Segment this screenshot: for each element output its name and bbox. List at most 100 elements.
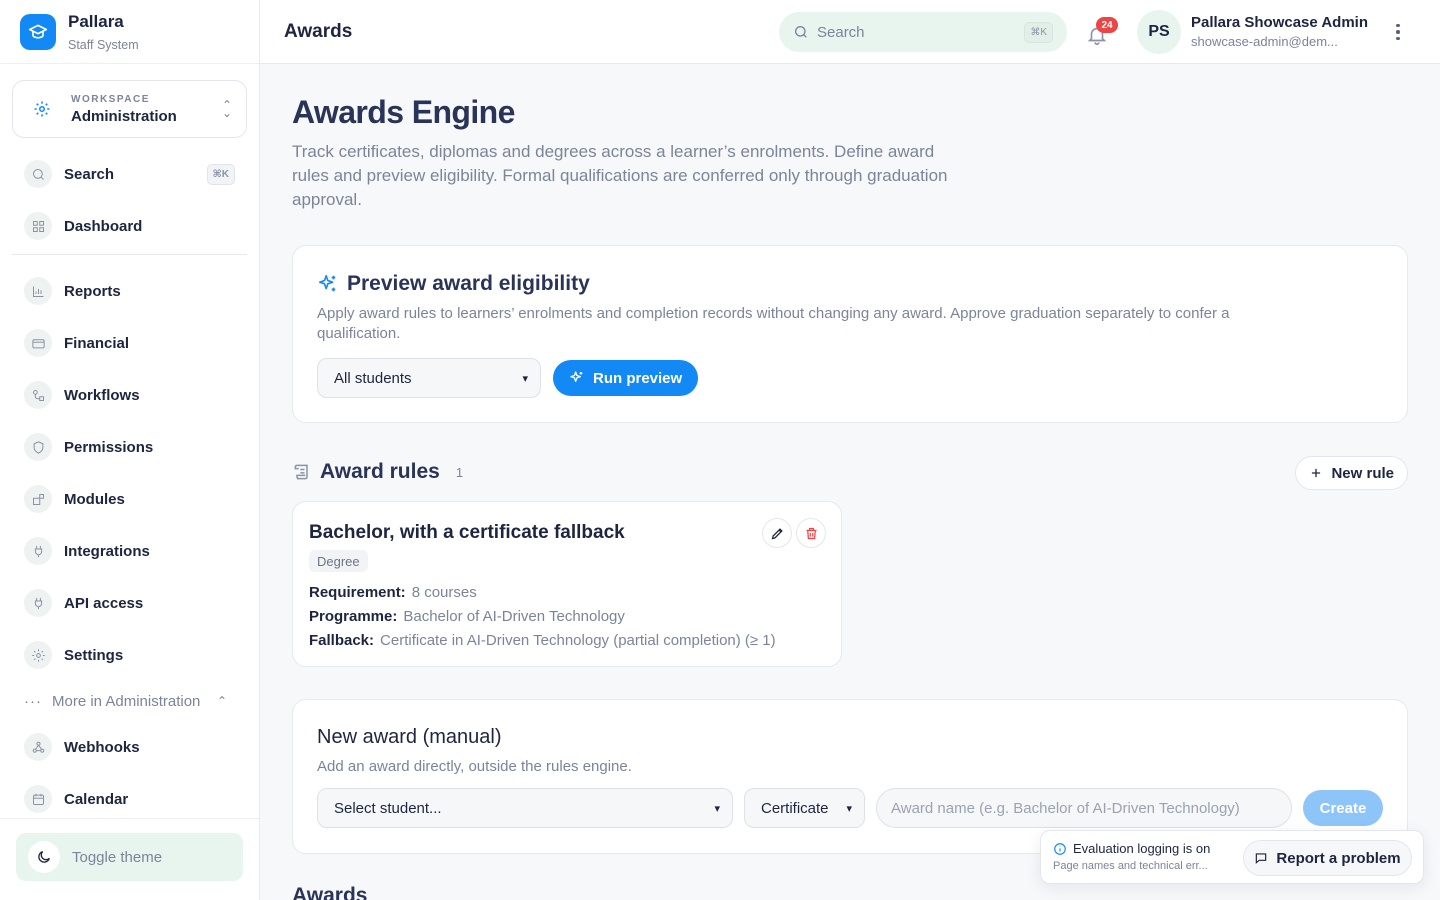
sidebar-item-reports[interactable]: Reports — [12, 265, 247, 317]
toggle-theme-label: Toggle theme — [72, 848, 163, 866]
moon-icon — [28, 841, 60, 873]
sidebar-item-label: Reports — [64, 282, 121, 300]
sidebar-item-label: Financial — [64, 334, 130, 352]
sidebar-item-dashboard[interactable]: Dashboard — [12, 200, 247, 252]
message-icon — [1256, 853, 1267, 864]
run-preview-label: Run preview — [593, 369, 683, 387]
sidebar-item-financial[interactable]: Financial — [12, 317, 247, 369]
award-rules-header: Award rules 1 New rule — [292, 456, 1408, 490]
sidebar-item-settings[interactable]: Settings — [12, 629, 247, 681]
chevron-down-icon: ▾ — [522, 372, 528, 385]
delete-rule-button[interactable] — [796, 518, 826, 548]
sidebar-footer: Toggle theme — [0, 818, 259, 900]
page-description: Track certificates, diplomas and degrees… — [292, 142, 948, 209]
brand-subtitle: Staff System — [68, 37, 139, 52]
sidebar-item-search[interactable]: Search ⌘K — [12, 148, 247, 200]
edit-rule-button[interactable] — [762, 518, 792, 548]
sidebar-item-webhooks[interactable]: Webhooks — [12, 721, 247, 773]
plug-icon — [24, 537, 52, 565]
calendar-icon — [24, 785, 52, 813]
ellipsis-icon: ··· — [24, 692, 42, 710]
toast-subtitle: Page names and technical err... — [1053, 860, 1208, 872]
student-select-value: Select student... — [334, 799, 442, 817]
sidebar-nav-top: Search ⌘K Dashboard — [12, 148, 247, 252]
topbar: Awards ⌘K 24 PS Pallara Showcase Admin s… — [260, 0, 1440, 64]
award-rule-card: Bachelor, with a certificate fallback De… — [292, 501, 842, 667]
evaluation-logging-toast: Evaluation logging is on Page names and … — [1040, 830, 1424, 884]
gear-icon — [24, 641, 52, 669]
more-options-icon[interactable] — [1388, 20, 1408, 44]
search-shortcut: ⌘K — [1024, 21, 1053, 43]
credit-card-icon — [24, 329, 52, 357]
user-email: showcase-admin@dem... — [1191, 34, 1338, 49]
user-menu[interactable]: Pallara Showcase Admin showcase-admin@de… — [1191, 14, 1368, 49]
workflow-icon — [24, 381, 52, 409]
brand-name: Pallara — [68, 11, 124, 31]
search-icon — [24, 160, 52, 188]
search-input[interactable] — [817, 23, 1025, 41]
modules-icon — [24, 485, 52, 513]
sidebar-item-integrations[interactable]: Integrations — [12, 525, 247, 577]
toast-title: Evaluation logging is on — [1073, 841, 1211, 856]
more-in-administration-toggle[interactable]: ··· More in Administration ⌃ — [12, 681, 247, 721]
award-rules-count: 1 — [455, 464, 464, 480]
create-award-button[interactable]: Create — [1303, 790, 1383, 826]
new-rule-label: New rule — [1331, 464, 1394, 482]
sidebar-item-workflows[interactable]: Workflows — [12, 369, 247, 421]
student-scope-select[interactable]: All students ▾ — [317, 358, 541, 398]
workspace-switcher[interactable]: WORKSPACE Administration ⌃ ⌄ — [12, 80, 247, 138]
page-header-title: Awards — [284, 20, 353, 42]
toggle-theme-button[interactable]: Toggle theme — [16, 833, 243, 881]
run-preview-button[interactable]: Run preview — [553, 360, 699, 396]
workspace-value: Administration — [71, 107, 177, 125]
rule-programme: Programme: Bachelor of AI-Driven Technolo… — [309, 608, 625, 625]
requirement-label: Requirement: — [309, 584, 406, 601]
manual-award-description: Add an award directly, outside the rules… — [317, 758, 632, 775]
sidebar-item-api-access[interactable]: API access — [12, 577, 247, 629]
sparkles-icon — [570, 371, 583, 382]
student-select[interactable]: Select student... ▾ — [317, 788, 733, 828]
preview-eligibility-card: Preview award eligibility Apply award ru… — [292, 245, 1408, 423]
global-search[interactable]: ⌘K — [779, 12, 1067, 52]
preview-description: Apply award rules to learners’ enrolment… — [317, 305, 1230, 342]
new-rule-button[interactable]: New rule — [1295, 456, 1408, 490]
award-type-select[interactable]: Certificate ▾ — [744, 788, 865, 828]
award-rules-title: Award rules — [320, 460, 440, 483]
notifications-button[interactable]: 24 — [1086, 17, 1118, 48]
chevron-down-icon: ▾ — [714, 802, 720, 815]
sidebar-item-label: Permissions — [64, 438, 154, 456]
sidebar-item-label: Modules — [64, 490, 125, 508]
sidebar-item-label: Dashboard — [64, 217, 143, 235]
more-label: More in Administration — [52, 692, 201, 710]
requirement-value: 8 courses — [411, 584, 477, 601]
divider — [12, 254, 247, 255]
sidebar: Pallara Staff System WORKSPACE Administr… — [0, 0, 260, 900]
search-shortcut: ⌘K — [206, 163, 235, 185]
search-icon — [795, 26, 807, 38]
award-type-value: Certificate — [761, 799, 829, 817]
graduation-cap-icon — [20, 13, 56, 50]
report-problem-button[interactable]: Report a problem — [1243, 840, 1412, 876]
sidebar-item-permissions[interactable]: Permissions — [12, 421, 247, 473]
trash-icon — [806, 527, 816, 539]
rule-title: Bachelor, with a certificate fallback — [309, 522, 625, 543]
chevron-up-down-icon: ⌃ ⌄ — [221, 98, 232, 120]
pencil-icon — [771, 527, 783, 539]
avatar[interactable]: PS — [1137, 10, 1181, 54]
page-title: Awards Engine — [292, 94, 515, 130]
brand[interactable]: Pallara Staff System — [0, 0, 259, 64]
sidebar-item-label: Workflows — [64, 386, 140, 404]
scroll-icon — [294, 464, 308, 480]
report-problem-label: Report a problem — [1276, 849, 1401, 867]
sidebar-item-label: Integrations — [64, 542, 150, 560]
award-name-input[interactable] — [876, 788, 1292, 828]
sidebar-item-modules[interactable]: Modules — [12, 473, 247, 525]
shield-icon — [24, 433, 52, 461]
fallback-value: Certificate in AI-Driven Technology (par… — [380, 632, 776, 649]
notification-badge: 24 — [1096, 17, 1118, 33]
rule-type-badge: Degree — [309, 550, 368, 572]
rule-requirement: Requirement: 8 courses — [309, 584, 477, 601]
info-icon — [1054, 842, 1066, 855]
awards-section-heading: Awards — [292, 884, 368, 900]
chevron-down-icon: ▾ — [846, 802, 852, 815]
